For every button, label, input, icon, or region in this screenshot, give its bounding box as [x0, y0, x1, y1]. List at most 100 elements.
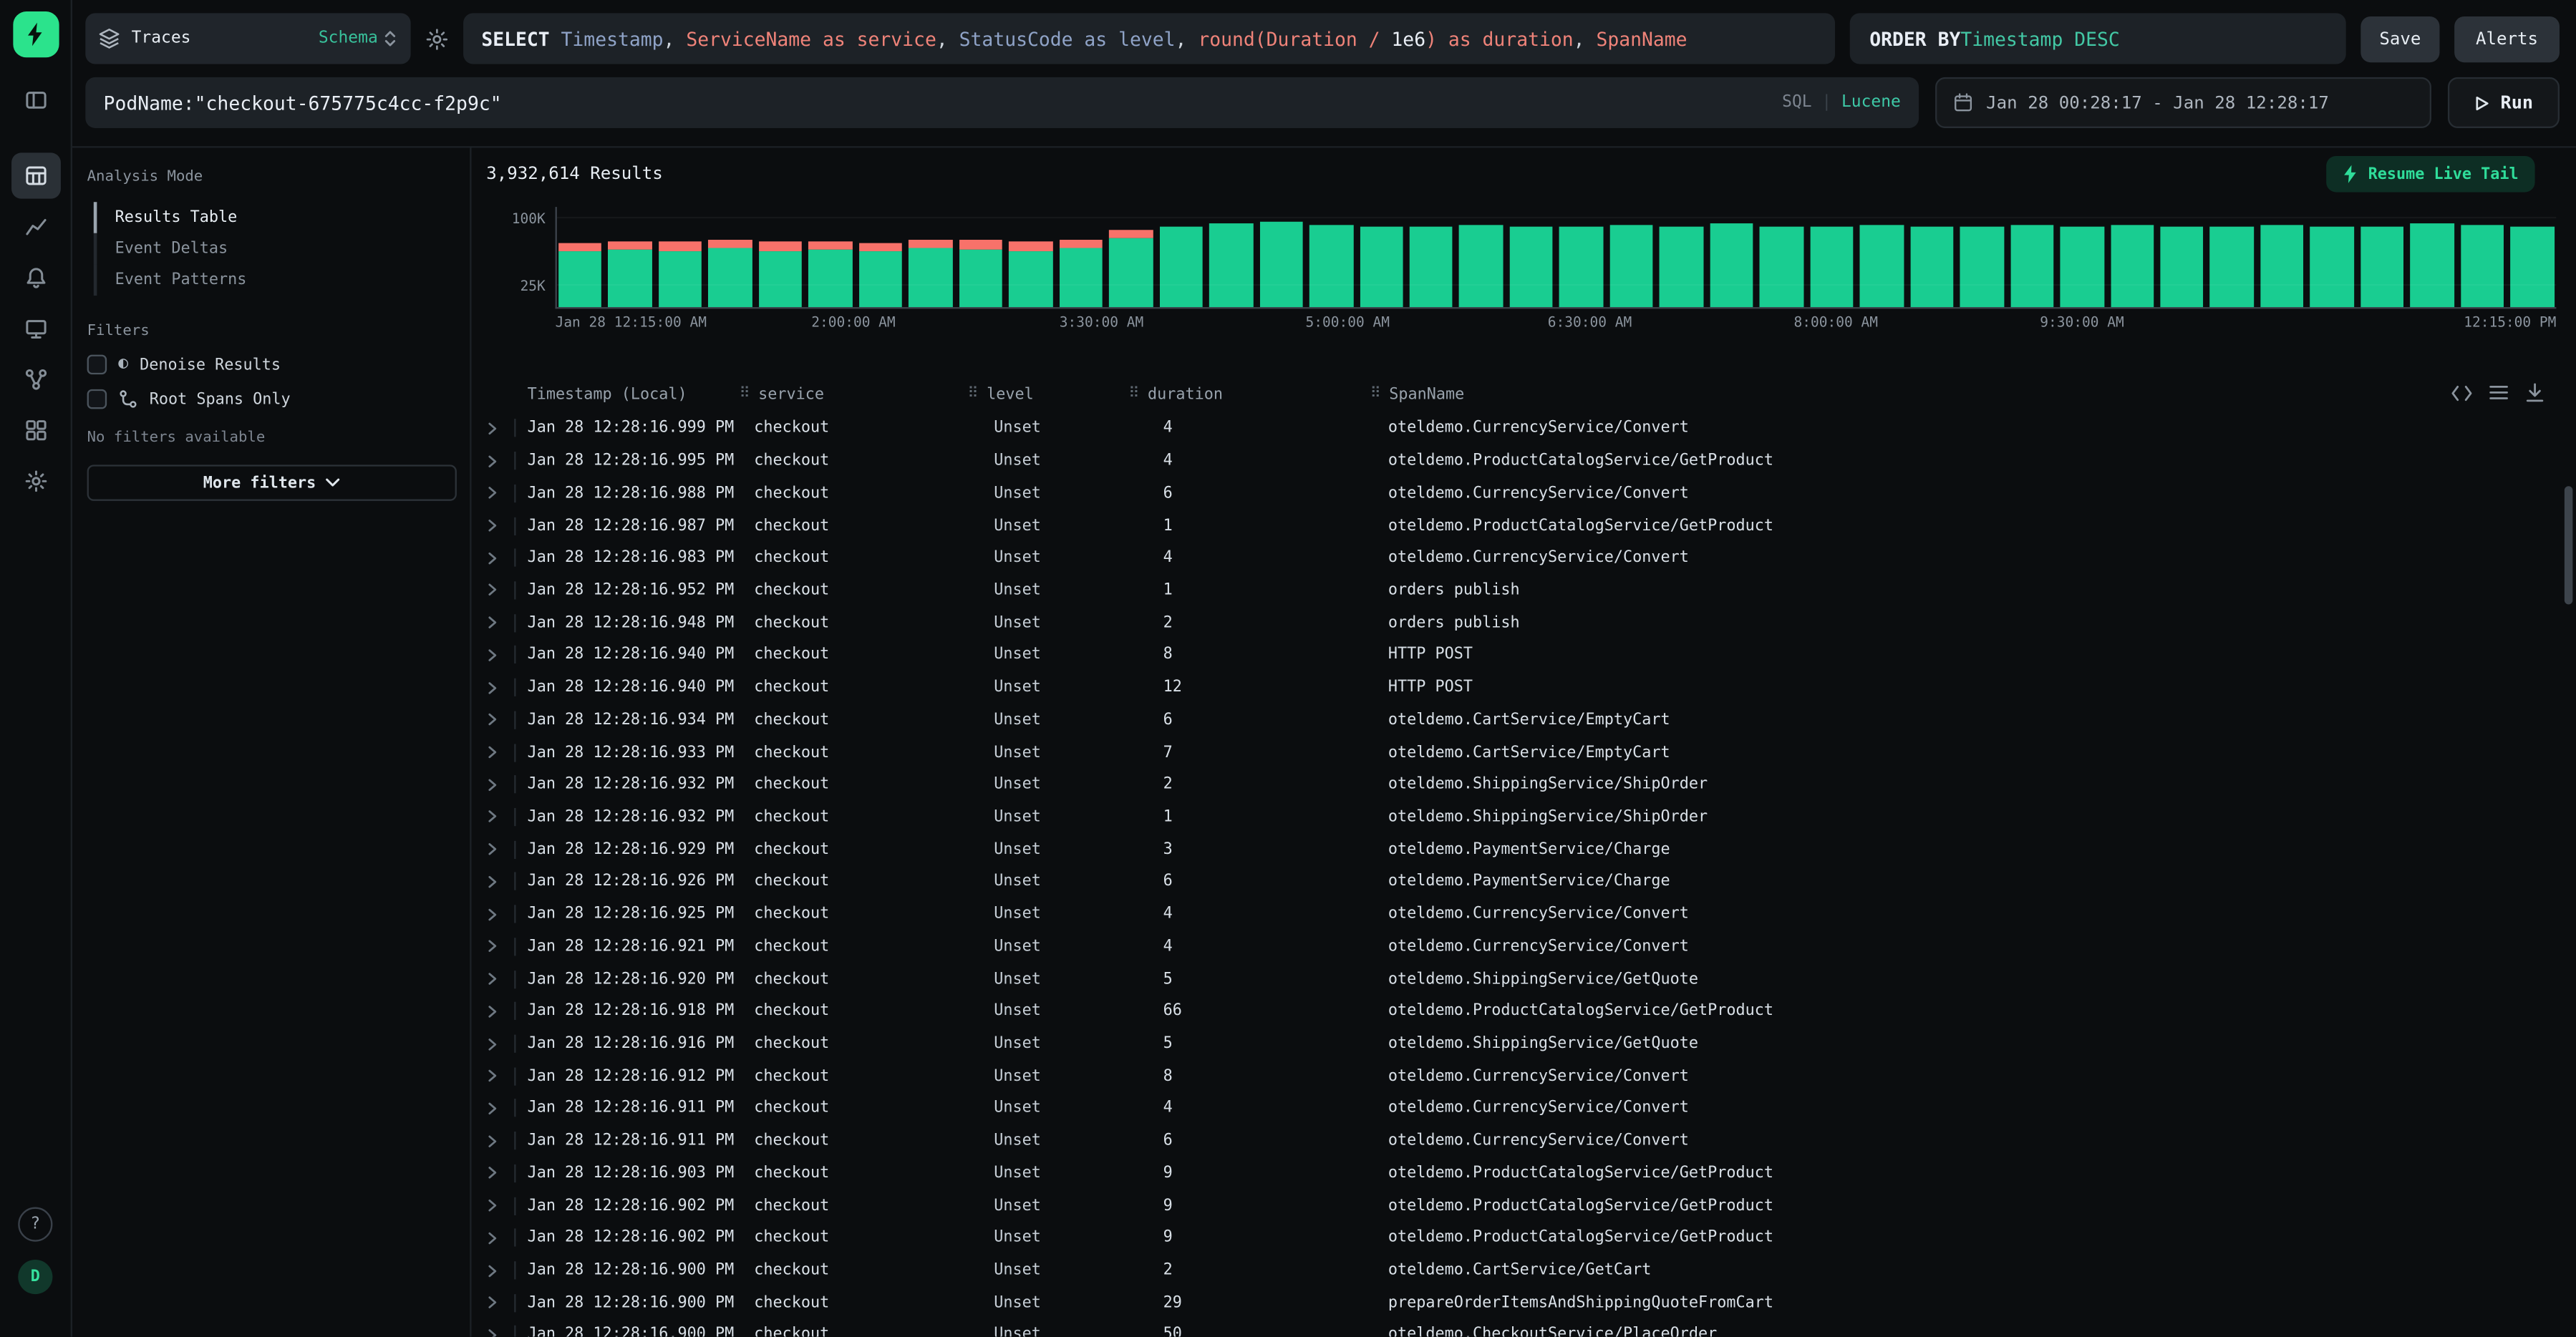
histogram-bar[interactable]: [659, 240, 702, 307]
histogram-bar[interactable]: [909, 240, 953, 307]
histogram-bar[interactable]: [2010, 225, 2054, 307]
row-expander-chevron-icon[interactable]: [486, 1328, 514, 1337]
histogram-bar[interactable]: [2061, 227, 2104, 308]
drag-handle-icon[interactable]: ⠿: [1370, 386, 1381, 402]
results-table-icon[interactable]: [11, 152, 60, 198]
drag-handle-icon[interactable]: ⠿: [740, 386, 750, 402]
more-filters-button[interactable]: More filters: [87, 465, 457, 500]
row-expander-chevron-icon[interactable]: [486, 973, 514, 986]
histogram-bar[interactable]: [1660, 228, 1703, 307]
row-expander-chevron-icon[interactable]: [486, 1005, 514, 1018]
histogram-bar[interactable]: [1510, 228, 1554, 307]
histogram-bar[interactable]: [1159, 228, 1203, 307]
alerts-button[interactable]: Alerts: [2454, 16, 2560, 62]
histogram-bar[interactable]: [1259, 222, 1303, 307]
scrollbar-thumb[interactable]: [2565, 486, 2572, 604]
root-spans-checkbox[interactable]: [87, 389, 107, 409]
table-row[interactable]: Jan 28 12:28:16.983 PMcheckoutUnset4otel…: [472, 542, 2563, 574]
table-row[interactable]: Jan 28 12:28:16.948 PMcheckoutUnset2orde…: [472, 606, 2563, 638]
row-expander-chevron-icon[interactable]: [486, 810, 514, 823]
table-row[interactable]: Jan 28 12:28:16.900 PMcheckoutUnset2otel…: [472, 1254, 2563, 1286]
layout-sidebar-icon[interactable]: [11, 77, 60, 123]
histogram-bar[interactable]: [1360, 228, 1403, 307]
table-row[interactable]: Jan 28 12:28:16.932 PMcheckoutUnset1otel…: [472, 801, 2563, 833]
histogram-bar[interactable]: [2461, 225, 2504, 307]
row-expander-chevron-icon[interactable]: [486, 519, 514, 532]
histogram-bar[interactable]: [1910, 227, 1954, 308]
row-expander-chevron-icon[interactable]: [486, 746, 514, 759]
histogram-bar[interactable]: [809, 240, 853, 307]
table-row[interactable]: Jan 28 12:28:16.933 PMcheckoutUnset7otel…: [472, 736, 2563, 768]
row-expander-chevron-icon[interactable]: [486, 1264, 514, 1277]
time-range-picker[interactable]: Jan 28 00:28:17 - Jan 28 12:28:17: [1935, 77, 2431, 128]
column-header-spanname[interactable]: ⠿ SpanName: [1367, 385, 2562, 403]
table-row[interactable]: Jan 28 12:28:16.926 PMcheckoutUnset6otel…: [472, 865, 2563, 898]
histogram-bar[interactable]: [759, 240, 803, 307]
histogram-bar[interactable]: [709, 240, 752, 307]
histogram-bar[interactable]: [609, 240, 652, 307]
alerts-bell-icon[interactable]: [11, 255, 60, 301]
table-row[interactable]: Jan 28 12:28:16.900 PMcheckoutUnset29pre…: [472, 1287, 2563, 1319]
filter-root-spans-only[interactable]: Root Spans Only: [87, 389, 457, 409]
histogram-bar[interactable]: [959, 240, 1002, 307]
histogram-bar[interactable]: [1710, 224, 1753, 307]
drag-handle-icon[interactable]: ⠿: [968, 386, 979, 402]
analysis-mode-event-deltas[interactable]: Event Deltas: [94, 233, 457, 265]
histogram-bar[interactable]: [2511, 227, 2555, 308]
row-expander-chevron-icon[interactable]: [486, 1037, 514, 1050]
table-row[interactable]: Jan 28 12:28:16.902 PMcheckoutUnset9otel…: [472, 1190, 2563, 1222]
row-expander-chevron-icon[interactable]: [486, 648, 514, 661]
column-header-service[interactable]: ⠿ service: [736, 385, 964, 403]
row-expander-chevron-icon[interactable]: [486, 778, 514, 791]
histogram-bar[interactable]: [1460, 225, 1504, 307]
histogram-bar[interactable]: [1009, 242, 1052, 308]
settings-gear-icon[interactable]: [11, 458, 60, 504]
column-header-timestamp[interactable]: Timestamp (Local): [514, 385, 736, 403]
histogram-bar[interactable]: [1209, 224, 1253, 307]
filter-denoise-results[interactable]: ◐ Denoise Results: [87, 355, 457, 375]
row-expander-chevron-icon[interactable]: [486, 1134, 514, 1147]
table-row[interactable]: Jan 28 12:28:16.921 PMcheckoutUnset4otel…: [472, 930, 2563, 963]
search-input[interactable]: PodName:"checkout-675775c4cc-f2p9c" SQL …: [85, 77, 1919, 128]
row-expander-chevron-icon[interactable]: [486, 940, 514, 953]
histogram-bar[interactable]: [1059, 240, 1103, 307]
table-row[interactable]: Jan 28 12:28:16.940 PMcheckoutUnset12HTT…: [472, 671, 2563, 704]
select-clause-input[interactable]: SELECT Timestamp, ServiceName as service…: [463, 13, 1835, 64]
histogram-bar[interactable]: [859, 243, 903, 307]
row-expander-chevron-icon[interactable]: [486, 551, 514, 564]
row-expander-chevron-icon[interactable]: [486, 681, 514, 694]
query-settings-button[interactable]: [425, 27, 448, 50]
histogram-bar[interactable]: [1410, 227, 1453, 308]
table-row[interactable]: Jan 28 12:28:16.929 PMcheckoutUnset3otel…: [472, 833, 2563, 865]
row-expander-chevron-icon[interactable]: [486, 1102, 514, 1115]
histogram-bar[interactable]: [2310, 228, 2354, 307]
histogram-bar[interactable]: [1960, 228, 2004, 307]
histogram-bar[interactable]: [2260, 225, 2304, 307]
source-selector[interactable]: Traces Schema: [85, 13, 410, 64]
table-row[interactable]: Jan 28 12:28:16.934 PMcheckoutUnset6otel…: [472, 704, 2563, 736]
row-expander-chevron-icon[interactable]: [486, 487, 514, 500]
table-row[interactable]: Jan 28 12:28:16.916 PMcheckoutUnset5otel…: [472, 1028, 2563, 1060]
histogram-bar[interactable]: [2360, 227, 2404, 308]
resume-live-tail-button[interactable]: Resume Live Tail: [2327, 156, 2534, 192]
row-expander-chevron-icon[interactable]: [486, 843, 514, 856]
histogram-bar[interactable]: [1109, 229, 1153, 307]
row-expander-chevron-icon[interactable]: [486, 584, 514, 597]
row-expander-chevron-icon[interactable]: [486, 454, 514, 467]
table-row[interactable]: Jan 28 12:28:16.932 PMcheckoutUnset2otel…: [472, 769, 2563, 801]
row-expander-chevron-icon[interactable]: [486, 1069, 514, 1082]
table-row[interactable]: Jan 28 12:28:16.988 PMcheckoutUnset6otel…: [472, 477, 2563, 509]
drag-handle-icon[interactable]: ⠿: [1128, 386, 1139, 402]
chart-icon[interactable]: [11, 204, 60, 250]
service-map-icon[interactable]: [11, 356, 60, 402]
user-avatar[interactable]: D: [18, 1260, 52, 1294]
table-row[interactable]: Jan 28 12:28:16.987 PMcheckoutUnset1otel…: [472, 510, 2563, 542]
histogram-bar[interactable]: [2160, 228, 2204, 307]
histogram-bar[interactable]: [1760, 227, 1803, 308]
histogram-bar[interactable]: [2110, 225, 2154, 307]
row-expander-chevron-icon[interactable]: [486, 908, 514, 920]
histogram-bar[interactable]: [1860, 225, 1904, 307]
histogram-bar[interactable]: [1609, 225, 1653, 307]
table-row[interactable]: Jan 28 12:28:16.912 PMcheckoutUnset8otel…: [472, 1060, 2563, 1092]
table-row[interactable]: Jan 28 12:28:16.902 PMcheckoutUnset9otel…: [472, 1222, 2563, 1254]
